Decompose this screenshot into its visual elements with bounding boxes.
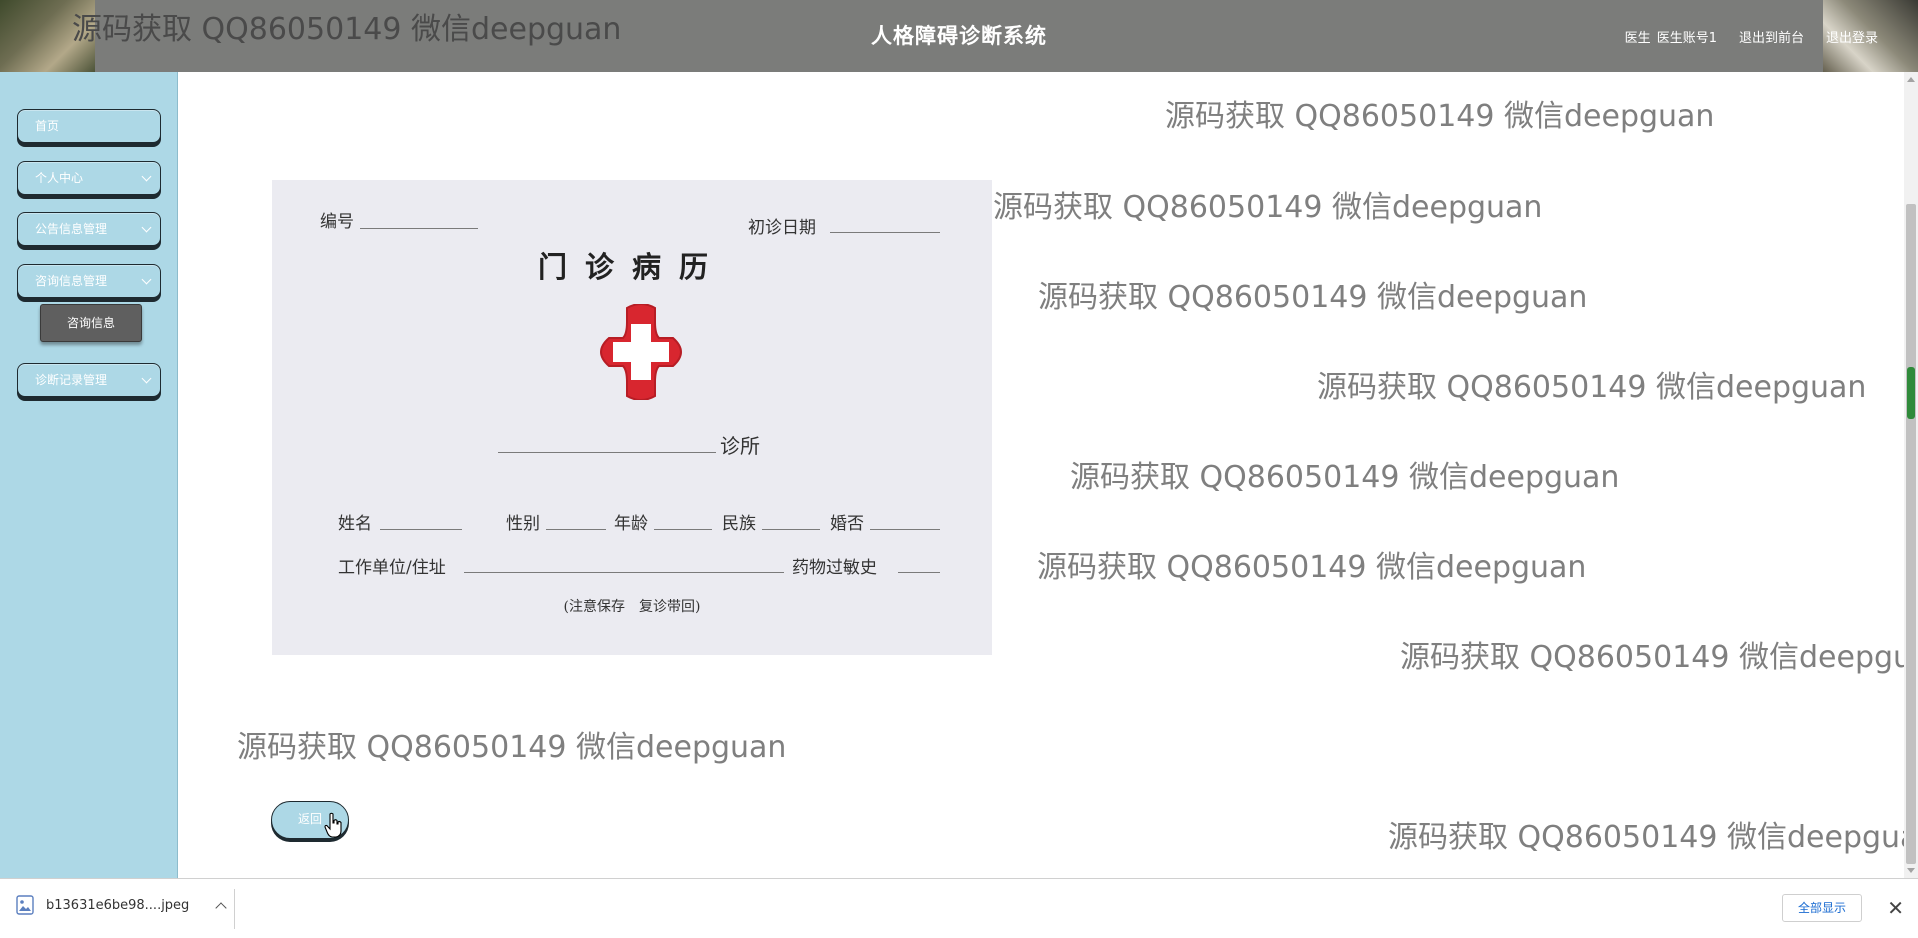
watermark-text: 源码获取 QQ86050149 微信deepguan xyxy=(1165,99,1715,134)
record-name-line xyxy=(380,529,462,530)
user-info: 医生 医生账号1 xyxy=(1625,27,1717,46)
download-filename[interactable]: b13631e6be98....jpeg xyxy=(46,898,189,913)
record-workplace-label: 工作单位/住址 xyxy=(338,558,446,578)
sidebar-item-label: 公告信息管理 xyxy=(35,222,108,236)
red-cross-icon xyxy=(600,304,682,400)
record-number-line xyxy=(360,228,478,229)
hand-cursor-icon xyxy=(324,812,342,838)
logout-link[interactable]: 退出登录 xyxy=(1826,27,1878,46)
record-age-label: 年龄 xyxy=(614,514,648,534)
download-bar: b13631e6be98....jpeg 全部显示 ✕ xyxy=(0,878,1918,938)
sidebar-item-home[interactable]: 首页 xyxy=(17,109,161,143)
record-name-label: 姓名 xyxy=(338,514,372,534)
record-gender-line xyxy=(546,529,606,530)
record-married-label: 婚否 xyxy=(830,514,864,534)
header-nav: 医生 医生账号1 退出到前台 退出登录 xyxy=(1625,27,1878,46)
watermark-text: 源码获取 QQ86050149 微信deepguan xyxy=(993,190,1543,225)
sidebar-item-notice-management[interactable]: 公告信息管理 xyxy=(17,212,161,246)
sidebar-item-personal-center[interactable]: 个人中心 xyxy=(17,161,161,195)
chevron-down-icon xyxy=(141,373,152,384)
record-ethnicity-line xyxy=(762,529,820,530)
record-number-label: 编号 xyxy=(320,212,354,232)
record-first-visit-label: 初诊日期 xyxy=(748,218,816,238)
record-first-visit-line xyxy=(830,232,940,233)
record-allergy-label: 药物过敏史 xyxy=(792,558,877,578)
top-header: 源码获取 QQ86050149 微信deepguan 人格障碍诊断系统 医生 医… xyxy=(0,0,1918,72)
medical-record-image: 编号 初诊日期 门诊病历 诊所 姓名 性别 年龄 民族 婚否 工作单位/住址 药… xyxy=(272,180,992,655)
close-icon[interactable]: ✕ xyxy=(1887,895,1904,921)
chevron-up-icon[interactable] xyxy=(215,901,227,914)
sidebar-item-consultation-management[interactable]: 咨询信息管理 xyxy=(17,264,161,298)
image-file-icon xyxy=(16,895,34,915)
scroll-down-arrow-icon[interactable] xyxy=(1907,868,1915,873)
watermark-text: 源码获取 QQ86050149 微信deepguan xyxy=(1388,820,1904,855)
record-allergy-line xyxy=(898,572,940,573)
sidebar-item-label: 首页 xyxy=(35,119,60,133)
vertical-scrollbar[interactable] xyxy=(1904,72,1918,878)
chevron-down-icon xyxy=(141,171,152,182)
sidebar-item-diagnosis-records[interactable]: 诊断记录管理 xyxy=(17,363,161,397)
show-all-downloads-button[interactable]: 全部显示 xyxy=(1782,894,1862,922)
record-note: (注意保存 复诊带回) xyxy=(563,599,701,615)
download-separator xyxy=(234,889,235,929)
scrollbar-marker xyxy=(1907,367,1915,419)
watermark-text: 源码获取 QQ86050149 微信deepguan xyxy=(1037,550,1587,585)
chevron-down-icon xyxy=(141,274,152,285)
record-married-line xyxy=(870,529,940,530)
sidebar-item-label: 个人中心 xyxy=(35,171,84,185)
watermark-text: 源码获取 QQ86050149 微信deepguan xyxy=(237,730,787,765)
record-clinic-line xyxy=(498,452,716,453)
watermark-text: 源码获取 QQ86050149 微信deepguan xyxy=(1070,460,1620,495)
user-account: 医生账号1 xyxy=(1656,31,1717,46)
download-item[interactable]: b13631e6be98....jpeg xyxy=(16,895,227,915)
watermark-text: 源码获取 QQ86050149 微信deepguan xyxy=(1038,280,1588,315)
sidebar: 首页 个人中心 公告信息管理 咨询信息管理 咨询信息 诊断记录管理 xyxy=(0,72,178,878)
watermark-text: 源码获取 QQ86050149 微信deepgua xyxy=(1400,640,1918,675)
exit-to-front-link[interactable]: 退出到前台 xyxy=(1739,27,1804,46)
record-ethnicity-label: 民族 xyxy=(722,514,756,534)
record-title: 门诊病历 xyxy=(537,250,726,284)
watermark-text: 源码获取 QQ86050149 微信deepguan xyxy=(1317,370,1867,405)
record-gender-label: 性别 xyxy=(506,514,540,534)
record-workplace-line xyxy=(464,572,784,573)
submenu-item-consultation-info[interactable]: 咨询信息 xyxy=(40,304,142,342)
user-role: 医生 xyxy=(1624,31,1651,46)
sidebar-item-label: 诊断记录管理 xyxy=(35,373,108,387)
record-clinic-label: 诊所 xyxy=(720,434,760,458)
scroll-up-arrow-icon[interactable] xyxy=(1907,77,1915,82)
sidebar-item-label: 咨询信息管理 xyxy=(35,274,108,288)
chevron-down-icon xyxy=(141,222,152,233)
record-age-line xyxy=(654,529,712,530)
scrollbar-thumb[interactable] xyxy=(1906,204,1916,864)
